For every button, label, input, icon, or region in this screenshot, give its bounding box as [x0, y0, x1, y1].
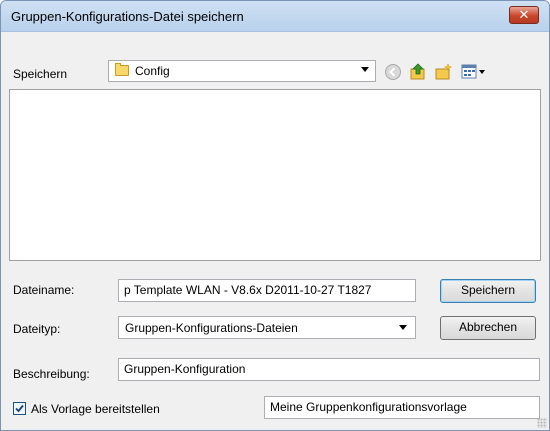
folder-icon — [115, 63, 129, 76]
filetype-label: Dateityp: — [13, 322, 61, 336]
resize-grip[interactable] — [537, 418, 547, 428]
description-input[interactable]: Gruppen-Konfiguration — [118, 358, 540, 381]
cancel-button[interactable]: Abbrechen — [440, 316, 536, 340]
filename-input[interactable]: p Template WLAN - V8.6x D2011-10-27 T182… — [118, 279, 416, 302]
save-in-dropdown[interactable]: Config — [108, 60, 376, 82]
file-list[interactable] — [9, 89, 541, 261]
filename-label: Dateiname: — [13, 283, 75, 297]
save-button[interactable]: Speichern — [440, 279, 536, 303]
new-folder-icon[interactable] — [434, 63, 452, 81]
template-name-input[interactable]: Meine Gruppenkonfigurationsvorlage — [264, 396, 540, 419]
checkmark-icon — [15, 404, 24, 413]
chevron-down-icon — [399, 325, 407, 330]
back-icon[interactable] — [384, 63, 402, 81]
save-in-folder: Config — [135, 64, 170, 78]
save-dialog: Gruppen-Konfigurations-Datei speichern ✕… — [0, 0, 550, 431]
title-bar: Gruppen-Konfigurations-Datei speichern ✕ — [1, 1, 549, 32]
dialog-title: Gruppen-Konfigurations-Datei speichern — [11, 9, 244, 24]
template-checkbox[interactable] — [13, 402, 26, 415]
close-icon: ✕ — [518, 7, 530, 22]
view-menu-icon[interactable] — [461, 63, 487, 81]
save-in-label: Speichern — [13, 67, 68, 81]
close-button[interactable]: ✕ — [509, 6, 539, 24]
description-label: Beschreibung: — [13, 367, 90, 381]
template-checkbox-label[interactable]: Als Vorlage bereitstellen — [31, 402, 160, 416]
up-folder-icon[interactable] — [409, 63, 427, 81]
filetype-value: Gruppen-Konfigurations-Dateien — [125, 321, 298, 335]
chevron-down-icon — [361, 67, 369, 72]
filetype-dropdown[interactable]: Gruppen-Konfigurations-Dateien — [118, 316, 416, 339]
